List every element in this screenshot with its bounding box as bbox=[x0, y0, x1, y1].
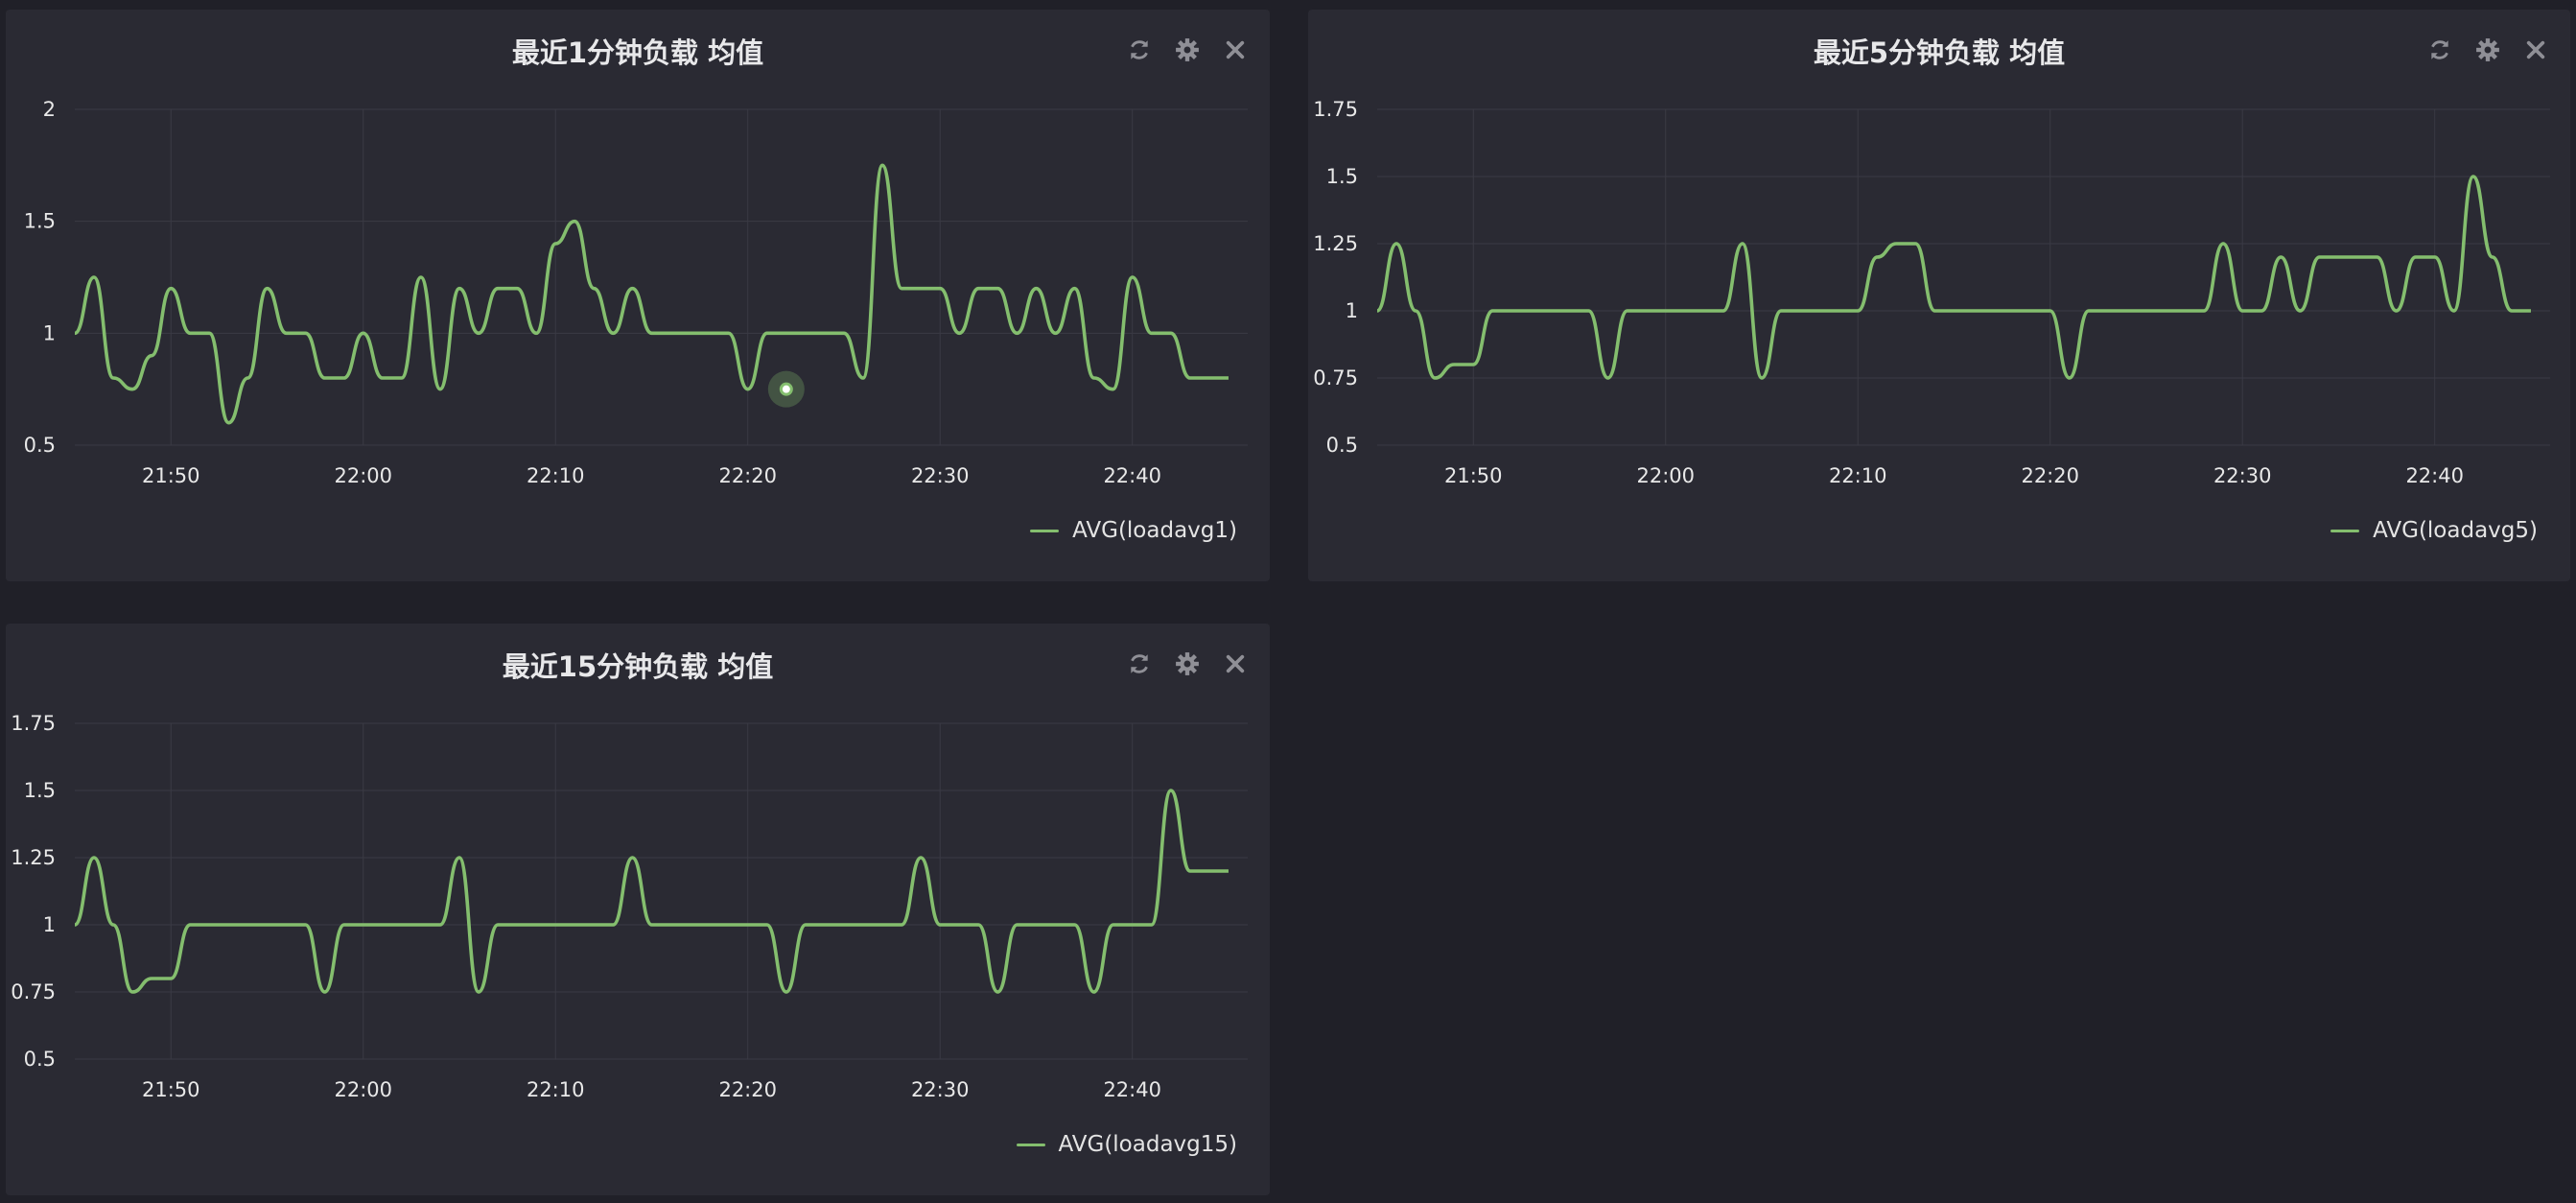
line-chart: 0.5 0.75 1 1.25 1.5 1.75 21:50 22:00 22:10 22:20 2… bbox=[1313, 98, 2550, 487]
series-line[interactable] bbox=[1375, 175, 2531, 380]
y-tick-label: 0.75 bbox=[11, 980, 56, 1003]
x-tick-label: 22:30 bbox=[2213, 464, 2272, 487]
legend-label: AVG(loadavg15) bbox=[1058, 1132, 1238, 1157]
y-tick-label: 1.5 bbox=[24, 779, 56, 802]
x-tick-label: 22:00 bbox=[334, 1078, 392, 1101]
y-tick-label: 0.5 bbox=[24, 1048, 56, 1071]
y-tick-label: 1.5 bbox=[24, 210, 56, 233]
x-tick-label: 21:50 bbox=[142, 464, 200, 487]
chart-legend[interactable]: AVG(loadavg1) bbox=[1030, 518, 1237, 543]
x-tick-label: 22:10 bbox=[527, 464, 585, 487]
y-tick-label: 1.75 bbox=[11, 712, 56, 735]
chart-legend[interactable]: AVG(loadavg15) bbox=[1016, 1132, 1238, 1157]
x-tick-label: 22:30 bbox=[911, 1078, 970, 1101]
series-line[interactable] bbox=[73, 789, 1229, 994]
line-chart: 0.5 0.75 1 1.25 1.5 1.75 21:50 22:00 22:10 22:20 2… bbox=[11, 712, 1248, 1101]
legend-swatch bbox=[1030, 529, 1060, 532]
y-tick-label: 1.5 bbox=[1326, 165, 1358, 188]
x-tick-label: 22:10 bbox=[1829, 464, 1887, 487]
x-tick-label: 22:40 bbox=[1103, 1078, 1161, 1101]
x-tick-label: 22:40 bbox=[1103, 464, 1161, 487]
x-tick-label: 22:20 bbox=[2021, 464, 2079, 487]
y-tick-label: 1.75 bbox=[1313, 98, 1358, 121]
legend-label: AVG(loadavg5) bbox=[2373, 518, 2538, 543]
panel-load-1min: 最近1分钟负载 均值 0.5 1 1.5 2 21:50 22:00 22:10 22:20 2… bbox=[6, 10, 1270, 581]
legend-swatch bbox=[2330, 529, 2360, 532]
x-tick-label: 22:00 bbox=[1636, 464, 1695, 487]
y-tick-label: 0.75 bbox=[1313, 366, 1358, 389]
x-tick-label: 22:30 bbox=[911, 464, 970, 487]
x-tick-label: 21:50 bbox=[1444, 464, 1503, 487]
panel-load-5min: 最近5分钟负载 均值 0.5 0.75 1 1.25 1.5 1.75 21:50 22:00… bbox=[1308, 10, 2570, 581]
y-tick-label: 1 bbox=[43, 913, 56, 936]
y-tick-label: 0.5 bbox=[1326, 434, 1358, 457]
y-tick-label: 2 bbox=[43, 98, 56, 121]
y-tick-label: 1 bbox=[1346, 299, 1358, 322]
panel-load-15min: 最近15分钟负载 均值 0.5 0.75 1 1.25 1.5 1.75 21:50 22:0… bbox=[6, 624, 1270, 1195]
legend-label: AVG(loadavg1) bbox=[1072, 518, 1237, 543]
y-tick-label: 1.25 bbox=[1313, 232, 1358, 255]
x-tick-label: 22:10 bbox=[527, 1078, 585, 1101]
x-tick-label: 21:50 bbox=[142, 1078, 200, 1101]
y-tick-label: 1.25 bbox=[11, 846, 56, 869]
x-tick-label: 22:20 bbox=[718, 1078, 777, 1101]
legend-swatch bbox=[1016, 1143, 1045, 1146]
x-tick-label: 22:20 bbox=[718, 464, 777, 487]
y-tick-label: 0.5 bbox=[24, 434, 56, 457]
chart-legend[interactable]: AVG(loadavg5) bbox=[2330, 518, 2538, 543]
x-tick-label: 22:00 bbox=[334, 464, 392, 487]
y-tick-label: 1 bbox=[43, 321, 56, 344]
line-chart: 0.5 1 1.5 2 21:50 22:00 22:10 22:20 22:30 22:40 bbox=[24, 98, 1248, 487]
x-tick-label: 22:40 bbox=[2405, 464, 2464, 487]
hover-point[interactable] bbox=[779, 382, 793, 396]
series-line[interactable] bbox=[74, 163, 1229, 425]
